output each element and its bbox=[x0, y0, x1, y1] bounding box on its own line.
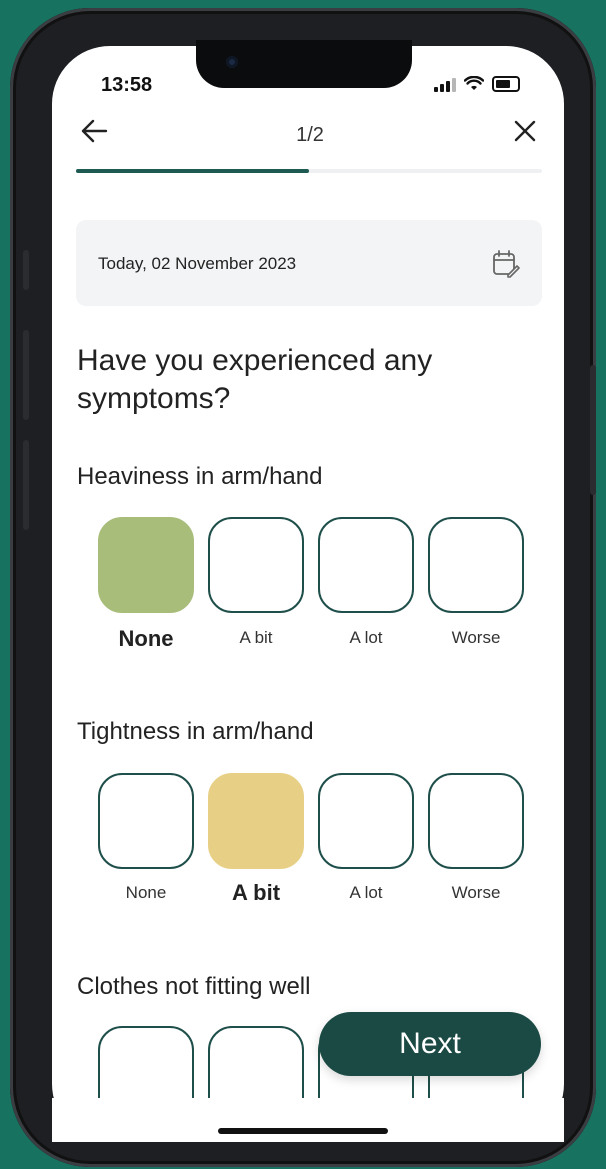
option-label: A bit bbox=[231, 880, 281, 905]
option-label: A lot bbox=[349, 628, 383, 647]
option-tightness-a-lot[interactable] bbox=[318, 773, 414, 869]
battery-icon bbox=[492, 76, 520, 92]
option-tightness-none[interactable] bbox=[98, 773, 194, 869]
front-camera bbox=[226, 56, 238, 68]
option-heaviness-none[interactable] bbox=[98, 517, 194, 613]
option-label: A lot bbox=[349, 883, 383, 902]
option-tightness-a-bit[interactable] bbox=[208, 773, 304, 869]
date-picker[interactable]: Today, 02 November 2023 bbox=[76, 220, 542, 306]
calendar-edit-icon[interactable] bbox=[490, 248, 520, 278]
option-heaviness-a-lot[interactable] bbox=[318, 517, 414, 613]
symptom-title-clothes: Clothes not fitting well bbox=[77, 973, 311, 1000]
close-icon[interactable] bbox=[512, 118, 538, 144]
status-time: 13:58 bbox=[101, 74, 153, 96]
volume-down-button bbox=[23, 440, 29, 530]
wifi-icon bbox=[464, 76, 484, 90]
back-arrow-icon[interactable] bbox=[80, 118, 108, 144]
step-indicator: 1/2 bbox=[296, 124, 324, 146]
progress-bar bbox=[76, 169, 542, 173]
date-label: Today, 02 November 2023 bbox=[98, 254, 297, 273]
option-heaviness-a-bit[interactable] bbox=[208, 517, 304, 613]
volume-up-button bbox=[23, 330, 29, 420]
symptom-title-heaviness: Heaviness in arm/hand bbox=[77, 463, 323, 490]
home-indicator bbox=[218, 1128, 388, 1134]
option-heaviness-worse[interactable] bbox=[428, 517, 524, 613]
signal-icon bbox=[434, 78, 456, 92]
option-label: None bbox=[125, 883, 167, 902]
question-heading: Have you experienced any symptoms? bbox=[77, 344, 433, 415]
option-tightness-worse[interactable] bbox=[428, 773, 524, 869]
bottom-safe-area bbox=[52, 1098, 564, 1142]
status-icons bbox=[434, 76, 520, 92]
option-label: None bbox=[118, 626, 174, 651]
next-button[interactable]: Next bbox=[319, 1012, 541, 1076]
symptom-title-tightness: Tightness in arm/hand bbox=[77, 718, 314, 745]
option-label: Worse bbox=[451, 628, 501, 647]
option-label: Worse bbox=[451, 883, 501, 902]
power-button bbox=[590, 365, 596, 495]
option-label: A bit bbox=[239, 628, 273, 647]
progress-fill bbox=[76, 169, 309, 173]
mute-switch bbox=[23, 250, 29, 290]
